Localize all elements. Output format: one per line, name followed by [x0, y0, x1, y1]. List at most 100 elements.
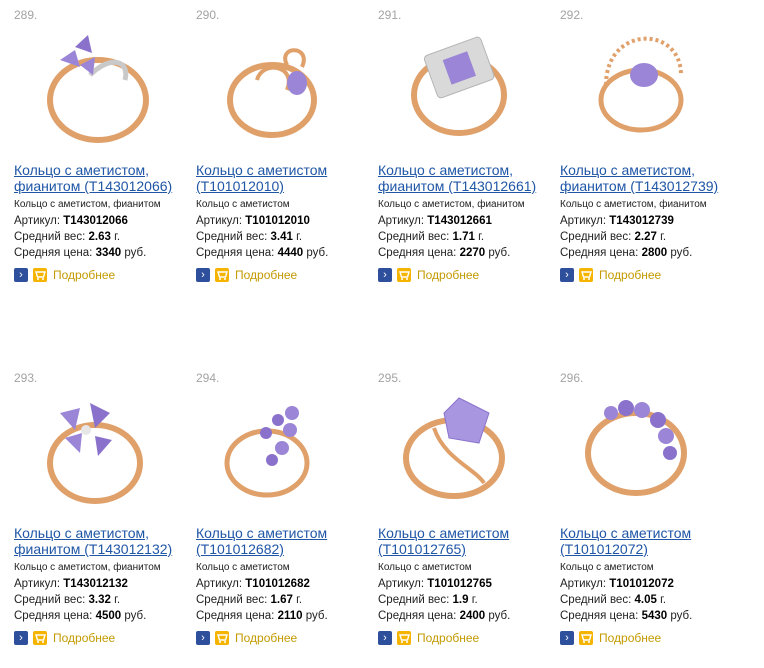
arrow-right-icon[interactable]: › — [560, 268, 574, 282]
product-grid: 289. Кольцо с аметистом, фианитом (Т1430… — [0, 0, 764, 668]
weight-row: Средний вес: 3.32 г. — [14, 594, 121, 606]
price-row: Средняя цена: 4500 руб. — [14, 610, 147, 622]
more-link[interactable]: Подробнее — [599, 268, 661, 282]
price-value: 2110 — [277, 610, 303, 622]
article-value: Т143012132 — [63, 578, 128, 590]
product-card: 295. Кольцо с аметистом (Т101012765) Кол… — [364, 363, 544, 663]
product-title-link[interactable]: Кольцо с аметистом, фианитом (Т143012066… — [14, 162, 186, 194]
weight-value: 2.27 — [634, 231, 657, 243]
weight-value: 1.71 — [452, 231, 475, 243]
cart-icon[interactable] — [579, 268, 593, 282]
article-row: Артикул: Т101012765 — [378, 578, 492, 590]
price-row: Средняя цена: 2270 руб. — [378, 247, 511, 259]
product-description: Кольцо с аметистом — [196, 562, 290, 573]
ring-photo[interactable] — [384, 5, 534, 155]
product-title-link[interactable]: Кольцо с аметистом (Т101012072) — [560, 525, 732, 557]
product-card: 292. Кольцо с аметистом, фианитом (Т1430… — [546, 0, 726, 300]
weight-row: Средний вес: 4.05 г. — [560, 594, 667, 606]
arrow-right-icon[interactable]: › — [560, 631, 574, 645]
product-card: 291. Кольцо с аметистом, фианитом (Т1430… — [364, 0, 544, 300]
ring-photo[interactable] — [20, 368, 170, 518]
price-value: 2270 — [459, 247, 486, 259]
arrow-right-icon[interactable]: › — [378, 268, 392, 282]
price-value: 2400 — [459, 610, 486, 622]
more-link[interactable]: Подробнее — [53, 631, 115, 645]
cart-icon[interactable] — [397, 268, 411, 282]
article-value: Т143012066 — [63, 215, 128, 227]
weight-value: 1.9 — [452, 594, 469, 606]
product-title-link[interactable]: Кольцо с аметистом (Т101012010) — [196, 162, 368, 194]
ring-photo[interactable] — [566, 368, 716, 518]
more-link[interactable]: Подробнее — [53, 268, 115, 282]
article-value: Т101012072 — [609, 578, 674, 590]
weight-row: Средний вес: 1.67 г. — [196, 594, 303, 606]
more-link[interactable]: Подробнее — [599, 631, 661, 645]
weight-value: 4.05 — [634, 594, 657, 606]
product-description: Кольцо с аметистом, фианитом — [378, 199, 525, 210]
product-description: Кольцо с аметистом, фианитом — [14, 199, 161, 210]
price-row: Средняя цена: 2800 руб. — [560, 247, 693, 259]
ring-photo[interactable] — [566, 5, 716, 155]
weight-row: Средний вес: 2.27 г. — [560, 231, 667, 243]
price-row: Средняя цена: 5430 руб. — [560, 610, 693, 622]
product-description: Кольцо с аметистом — [196, 199, 290, 210]
product-description: Кольцо с аметистом, фианитом — [14, 562, 161, 573]
product-title-link[interactable]: Кольцо с аметистом (Т101012682) — [196, 525, 368, 557]
weight-value: 1.67 — [270, 594, 293, 606]
cart-icon[interactable] — [33, 631, 47, 645]
product-card: 289. Кольцо с аметистом, фианитом (Т1430… — [0, 0, 180, 300]
cart-icon[interactable] — [579, 631, 593, 645]
weight-row: Средний вес: 1.71 г. — [378, 231, 485, 243]
price-value: 2800 — [641, 247, 668, 259]
product-title-link[interactable]: Кольцо с аметистом (Т101012765) — [378, 525, 550, 557]
price-value: 5430 — [641, 610, 668, 622]
cart-icon[interactable] — [397, 631, 411, 645]
price-row: Средняя цена: 3340 руб. — [14, 247, 147, 259]
article-row: Артикул: Т101012682 — [196, 578, 310, 590]
arrow-right-icon[interactable]: › — [14, 268, 28, 282]
arrow-right-icon[interactable]: › — [378, 631, 392, 645]
article-row: Артикул: Т101012010 — [196, 215, 310, 227]
article-value: Т101012765 — [427, 578, 492, 590]
product-card: 290. Кольцо с аметистом (Т101012010) Кол… — [182, 0, 362, 300]
weight-value: 2.63 — [88, 231, 111, 243]
article-row: Артикул: Т143012066 — [14, 215, 128, 227]
cart-icon[interactable] — [215, 268, 229, 282]
product-card: 293. Кольцо с аметистом, фианитом (Т1430… — [0, 363, 180, 663]
weight-value: 3.41 — [270, 231, 293, 243]
article-value: Т101012682 — [245, 578, 310, 590]
price-row: Средняя цена: 2110 руб. — [196, 610, 328, 622]
product-title-link[interactable]: Кольцо с аметистом, фианитом (Т143012739… — [560, 162, 732, 194]
article-value: Т143012661 — [427, 215, 492, 227]
product-description: Кольцо с аметистом — [378, 562, 472, 573]
weight-row: Средний вес: 1.9 г. — [378, 594, 478, 606]
weight-value: 3.32 — [88, 594, 111, 606]
ring-photo[interactable] — [384, 368, 534, 518]
product-card: 296. Кольцо с аметистом (Т101012072) Кол… — [546, 363, 726, 663]
weight-row: Средний вес: 3.41 г. — [196, 231, 303, 243]
arrow-right-icon[interactable]: › — [14, 631, 28, 645]
product-description: Кольцо с аметистом — [560, 562, 654, 573]
ring-photo[interactable] — [202, 5, 352, 155]
arrow-right-icon[interactable]: › — [196, 268, 210, 282]
more-link[interactable]: Подробнее — [235, 631, 297, 645]
product-title-link[interactable]: Кольцо с аметистом, фианитом (Т143012661… — [378, 162, 550, 194]
ring-photo[interactable] — [202, 368, 352, 518]
article-value: Т143012739 — [609, 215, 674, 227]
product-title-link[interactable]: Кольцо с аметистом, фианитом (Т143012132… — [14, 525, 186, 557]
cart-icon[interactable] — [215, 631, 229, 645]
price-value: 4440 — [277, 247, 304, 259]
arrow-right-icon[interactable]: › — [196, 631, 210, 645]
ring-photo[interactable] — [20, 5, 170, 155]
price-row: Средняя цена: 2400 руб. — [378, 610, 511, 622]
more-link[interactable]: Подробнее — [417, 631, 479, 645]
cart-icon[interactable] — [33, 268, 47, 282]
more-link[interactable]: Подробнее — [417, 268, 479, 282]
price-value: 3340 — [95, 247, 122, 259]
article-value: Т101012010 — [245, 215, 310, 227]
article-row: Артикул: Т143012132 — [14, 578, 128, 590]
product-card: 294. Кольцо с аметистом (Т101012682) Кол… — [182, 363, 362, 663]
weight-row: Средний вес: 2.63 г. — [14, 231, 121, 243]
article-row: Артикул: Т143012661 — [378, 215, 492, 227]
more-link[interactable]: Подробнее — [235, 268, 297, 282]
